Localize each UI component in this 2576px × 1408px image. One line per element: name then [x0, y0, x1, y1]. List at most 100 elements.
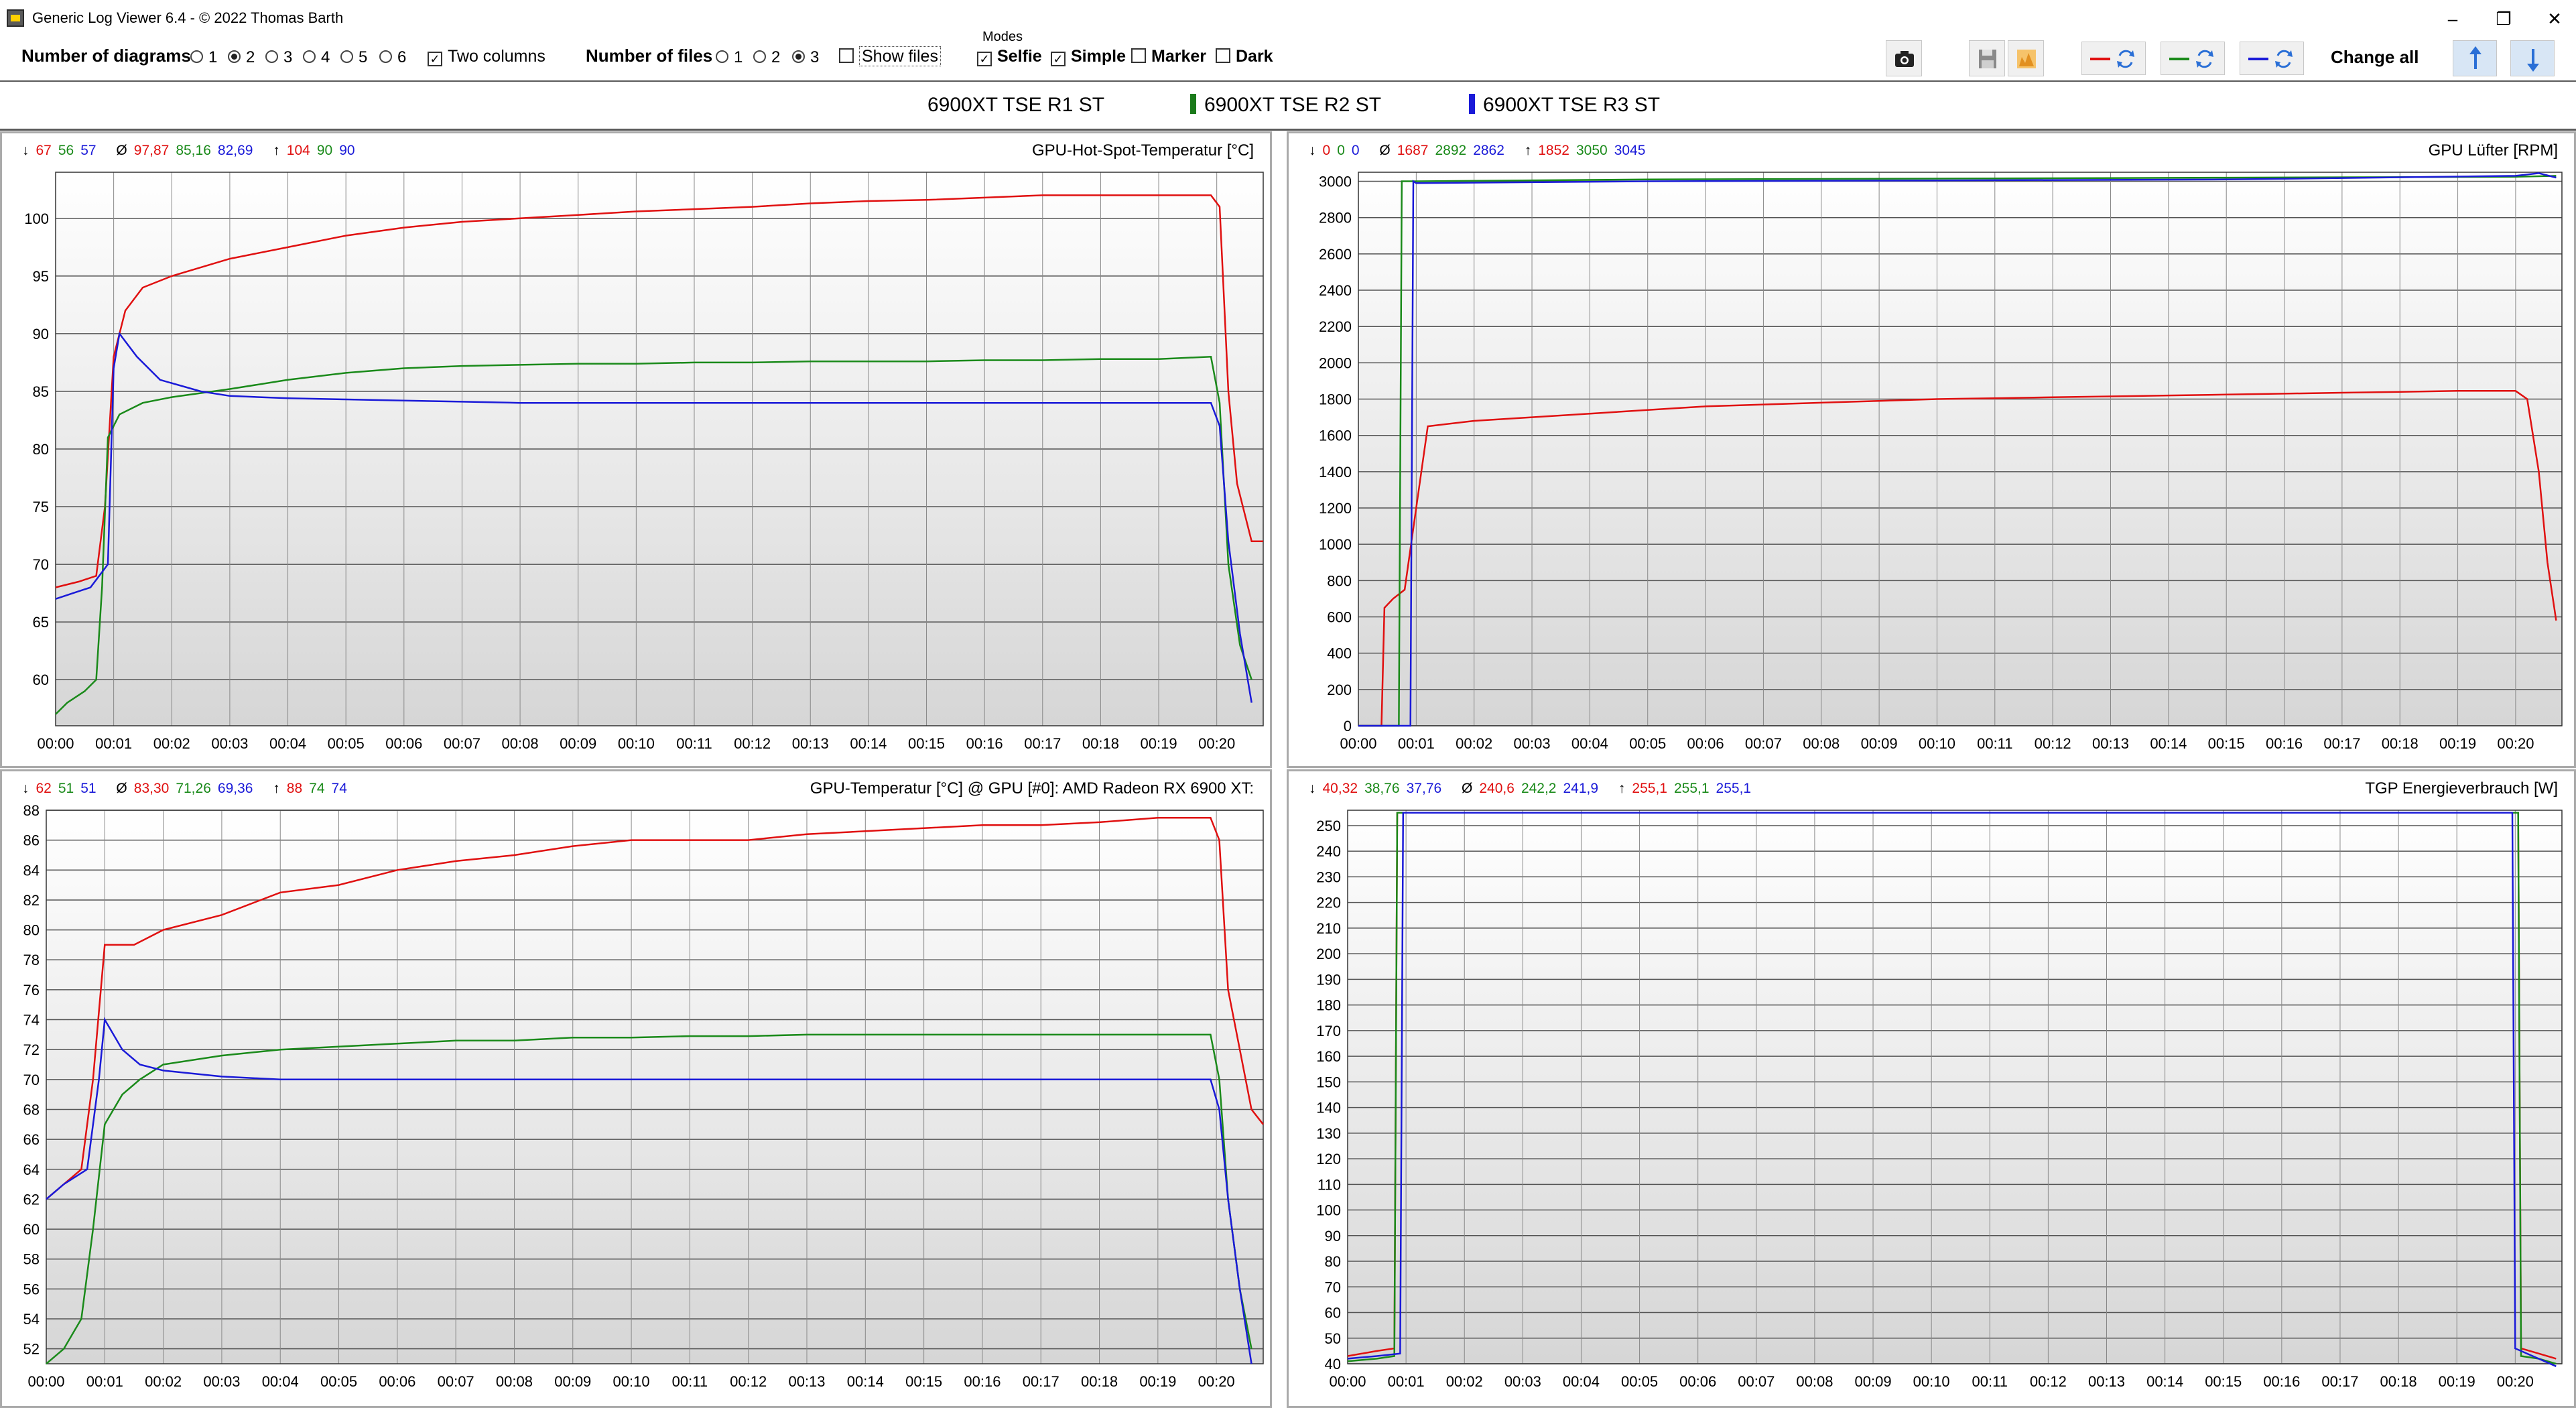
move-down-button[interactable]	[2510, 40, 2555, 76]
y-tick-label: 74	[23, 1012, 40, 1029]
x-tick-label: 00:10	[613, 1373, 650, 1390]
x-tick-label: 00:17	[1024, 735, 1061, 752]
simple-checkbox[interactable]: ✓ Simple	[1051, 47, 1126, 66]
y-tick-label: 80	[23, 922, 40, 939]
x-tick-label: 00:18	[2382, 735, 2419, 752]
file-option-3[interactable]: 3	[792, 48, 819, 67]
y-tick-label: 64	[23, 1161, 40, 1178]
x-tick-label: 00:09	[1855, 1373, 1892, 1390]
marker-checkbox[interactable]: Marker	[1131, 47, 1206, 66]
x-tick-label: 00:13	[792, 735, 829, 752]
stats-line: ↓ 40,32 38,76 37,76 Ø 240,6 242,2 241,9 ↑ 255,1…	[1309, 781, 1752, 796]
x-tick-label: 00:07	[438, 1373, 474, 1390]
move-up-button[interactable]	[2453, 40, 2497, 76]
minimize-icon[interactable]: –	[2433, 4, 2473, 34]
swap-icon	[2248, 50, 2293, 68]
x-tick-label: 00:20	[1198, 1373, 1235, 1390]
selfie-checkbox[interactable]: ✓ Selfie	[977, 47, 1042, 66]
x-tick-label: 00:01	[1398, 735, 1435, 752]
arrow-down-icon	[2527, 49, 2539, 72]
app-icon	[7, 9, 24, 27]
x-tick-label: 00:14	[847, 1373, 884, 1390]
x-tick-label: 00:07	[1745, 735, 1782, 752]
chart-title: TGP Energieverbrauch [W]	[2365, 779, 2558, 797]
file-item-2[interactable]: 6900XT TSE R2 ST	[1190, 94, 1381, 117]
y-tick-label: 88	[23, 802, 40, 819]
diagram-option-5[interactable]: 5	[340, 48, 367, 67]
x-tick-label: 00:06	[1687, 735, 1724, 752]
chart-svg: 40 50 60 70 80 90 100 110 120 130 140 150 160 170 180 1…	[1316, 810, 2563, 1390]
y-tick-label: 1600	[1319, 428, 1352, 444]
y-tick-label: 62	[23, 1191, 40, 1208]
file-color-swatch	[1469, 94, 1475, 114]
diagram-option-6[interactable]: 6	[379, 48, 406, 67]
x-tick-label: 00:10	[618, 735, 655, 752]
y-tick-label: 70	[23, 1072, 40, 1088]
x-tick-label: 00:07	[444, 735, 480, 752]
y-tick-label: 130	[1316, 1125, 1341, 1142]
y-tick-label: 170	[1316, 1023, 1341, 1039]
diagram-option-3[interactable]: 3	[265, 48, 292, 67]
y-tick-label: 200	[1327, 682, 1352, 698]
x-tick-label: 00:16	[2266, 735, 2303, 752]
swap-green-button[interactable]	[2161, 42, 2225, 75]
y-tick-label: 1800	[1319, 391, 1352, 408]
save-button[interactable]	[1969, 40, 2005, 76]
file-item-3[interactable]: 6900XT TSE R3 ST	[1469, 94, 1660, 117]
show-files-checkbox[interactable]: Show files	[839, 46, 941, 66]
x-tick-label: 00:05	[320, 1373, 357, 1390]
swap-red-button[interactable]	[2081, 42, 2146, 75]
close-icon[interactable]: ✕	[2534, 4, 2575, 34]
x-tick-label: 00:04	[269, 735, 306, 752]
x-tick-label: 00:02	[1446, 1373, 1483, 1390]
file-option-2[interactable]: 2	[753, 48, 780, 67]
file-item-1[interactable]: 6900XT TSE R1 ST	[927, 94, 1104, 117]
file-name: 6900XT TSE R1 ST	[927, 94, 1105, 116]
maximize-icon[interactable]: ❐	[2484, 4, 2524, 34]
diagram-option-4[interactable]: 4	[303, 48, 330, 67]
y-tick-label: 80	[1325, 1253, 1341, 1270]
y-tick-label: 2400	[1319, 282, 1352, 299]
diagram-option-2[interactable]: 2	[228, 48, 255, 67]
file-bar: 6900XT TSE R1 ST 6900XT TSE R2 ST 6900XT…	[0, 82, 2576, 131]
y-tick-label: 60	[23, 1221, 40, 1238]
y-tick-label: 2800	[1319, 210, 1352, 227]
y-tick-label: 240	[1316, 843, 1341, 860]
x-tick-label: 00:14	[2146, 1373, 2183, 1390]
diagram-option-1[interactable]: 1	[190, 48, 217, 67]
two-columns-checkbox[interactable]: ✓ Two columns	[428, 47, 545, 66]
file-color-swatch	[1190, 94, 1196, 114]
num-files-label: Number of files	[586, 46, 713, 66]
file-name: 6900XT TSE R2 ST	[1204, 94, 1382, 116]
y-tick-label: 50	[1325, 1330, 1341, 1347]
y-tick-label: 200	[1316, 946, 1341, 962]
swap-blue-button[interactable]	[2240, 42, 2304, 75]
x-tick-label: 00:12	[2035, 735, 2071, 752]
plot-area	[1358, 172, 2562, 726]
x-tick-label: 00:03	[1504, 1373, 1541, 1390]
x-tick-label: 00:08	[1803, 735, 1840, 752]
x-tick-label: 00:19	[2439, 735, 2476, 752]
x-tick-label: 00:19	[2439, 1373, 2475, 1390]
swap-icon	[2090, 50, 2134, 68]
screenshot-button[interactable]	[1886, 40, 1922, 76]
x-tick-label: 00:05	[328, 735, 365, 752]
x-tick-label: 00:13	[788, 1373, 825, 1390]
x-tick-label: 00:20	[1198, 735, 1235, 752]
x-tick-label: 00:18	[2380, 1373, 2417, 1390]
x-tick-label: 00:08	[1796, 1373, 1833, 1390]
y-tick-label: 70	[1325, 1279, 1341, 1295]
y-tick-label: 140	[1316, 1100, 1341, 1116]
y-tick-label: 80	[33, 441, 49, 458]
chart-button[interactable]	[2008, 40, 2044, 76]
chart-svg: 52 54 56 58 60 62 64 66 68 70 72 74 76 78 80 82 84 86 88 00…	[23, 802, 1264, 1390]
x-tick-label: 00:09	[560, 735, 596, 752]
x-tick-label: 00:15	[2208, 735, 2245, 752]
y-tick-label: 90	[33, 326, 49, 342]
y-tick-label: 56	[23, 1281, 40, 1297]
file-option-1[interactable]: 1	[716, 48, 743, 67]
dark-checkbox[interactable]: Dark	[1216, 47, 1273, 66]
x-tick-label: 00:12	[730, 1373, 767, 1390]
y-tick-label: 120	[1316, 1151, 1341, 1167]
y-tick-label: 2000	[1319, 355, 1352, 371]
